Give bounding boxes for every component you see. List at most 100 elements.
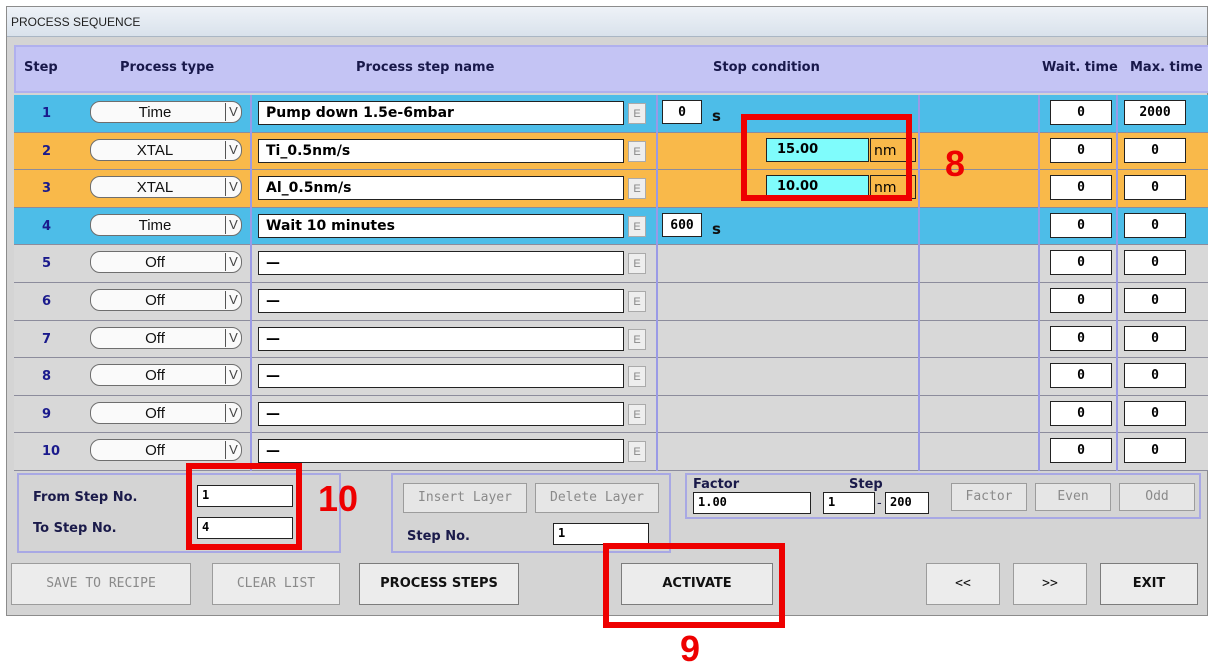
chevron-down-icon[interactable]: V [225,103,241,121]
edit-step-button[interactable]: E [628,140,646,162]
annotation-box-10 [186,463,302,550]
table-row: 1 Time V Pump down 1.5e-6mbar E 0 s 0 2000 [14,95,1208,133]
process-type-dropdown[interactable]: XTAL V [90,176,242,199]
process-type-value: Off [145,367,165,385]
clear-list-button[interactable]: CLEAR LIST [212,563,340,605]
wait-time-input[interactable]: 0 [1050,288,1112,313]
table-row: 9 Off V — E 0 0 [14,395,1208,434]
step-number: 4 [42,218,52,234]
stop-time-unit: s [712,219,721,238]
process-steps-button[interactable]: PROCESS STEPS [359,563,519,605]
process-step-name-input[interactable]: Ti_0.5nm/s [258,138,624,163]
chevron-down-icon[interactable]: V [225,366,241,385]
process-type-dropdown[interactable]: Off V [90,364,242,387]
wait-time-input[interactable]: 0 [1050,100,1112,125]
process-step-name-input[interactable]: — [258,364,624,389]
previous-button[interactable]: << [926,563,1000,605]
process-type-value: Time [138,216,172,234]
process-type-value: Off [145,254,165,272]
edit-step-button[interactable]: E [628,103,646,124]
edit-step-button[interactable]: E [628,291,646,312]
wait-time-input[interactable]: 0 [1050,212,1112,238]
edit-step-button[interactable]: E [628,215,646,237]
process-type-dropdown[interactable]: Time V [90,213,242,236]
insert-layer-button[interactable]: Insert Layer [403,483,527,513]
step-no-input[interactable]: 1 [553,523,649,545]
wait-time-input[interactable]: 0 [1050,175,1112,201]
wait-time-input[interactable]: 0 [1050,250,1112,276]
max-time-input[interactable]: 2000 [1124,100,1186,125]
column-divider [918,95,920,471]
save-to-recipe-button[interactable]: SAVE TO RECIPE [11,563,191,605]
process-step-name-input[interactable]: — [258,401,624,426]
max-time-input[interactable]: 0 [1124,325,1186,351]
chevron-down-icon[interactable]: V [225,178,241,197]
header-stop-condition: Stop condition [713,60,820,75]
chevron-down-icon[interactable]: V [225,403,241,422]
stop-time-input[interactable]: 600 [662,212,702,237]
edit-step-button[interactable]: E [628,403,646,425]
edit-step-button[interactable]: E [628,366,646,388]
process-type-dropdown[interactable]: Off V [90,401,242,424]
wait-time-input[interactable]: 0 [1050,137,1112,163]
edit-step-button[interactable]: E [628,328,646,350]
step-number: 10 [42,444,61,460]
wait-time-input[interactable]: 0 [1050,438,1112,464]
stop-time-input[interactable]: 0 [662,100,702,124]
wait-time-input[interactable]: 0 [1050,400,1112,426]
wait-time-input[interactable]: 0 [1050,325,1112,351]
factor-panel: Factor Step 1.00 1 - 200 Factor Even Odd [685,473,1201,519]
next-button[interactable]: >> [1013,563,1087,605]
process-step-name-input[interactable]: — [258,326,624,351]
step-to-input[interactable]: 200 [885,492,929,514]
factor-input[interactable]: 1.00 [693,492,811,514]
layer-panel: Insert Layer Delete Layer Step No. 1 [391,473,671,553]
process-step-name-input[interactable]: Al_0.5nm/s [258,176,624,201]
chevron-down-icon[interactable]: V [225,328,241,347]
process-step-name-input[interactable]: — [258,251,624,276]
max-time-input[interactable]: 0 [1124,438,1186,464]
delete-layer-button[interactable]: Delete Layer [535,483,659,513]
to-step-label: To Step No. [33,521,117,536]
process-step-name-input[interactable]: — [258,289,624,313]
process-steps-table: 1 Time V Pump down 1.5e-6mbar E 0 s 0 2000 2 XTAL V… [14,95,1208,471]
step-number: 9 [42,406,52,422]
from-step-label: From Step No. [33,490,138,505]
odd-button[interactable]: Odd [1119,483,1195,511]
column-divider [1116,95,1118,471]
chevron-down-icon[interactable]: V [225,291,241,309]
process-type-dropdown[interactable]: Off V [90,289,242,311]
max-time-input[interactable]: 0 [1124,175,1186,201]
even-button[interactable]: Even [1035,483,1111,511]
chevron-down-icon[interactable]: V [225,140,241,159]
step-number: 7 [42,331,52,347]
process-step-name-input[interactable]: Pump down 1.5e-6mbar [258,101,624,125]
table-row: 3 XTAL V Al_0.5nm/s E 10.00 nm 0 0 [14,170,1208,208]
process-step-name-input[interactable]: Wait 10 minutes [258,213,624,238]
max-time-input[interactable]: 0 [1124,400,1186,426]
max-time-input[interactable]: 0 [1124,212,1186,238]
chevron-down-icon[interactable]: V [225,215,241,234]
process-type-dropdown[interactable]: Off V [90,326,242,349]
annotation-label-9: 9 [680,628,701,669]
process-type-dropdown[interactable]: Off V [90,439,242,462]
max-time-input[interactable]: 0 [1124,250,1186,276]
step-from-input[interactable]: 1 [823,492,875,514]
max-time-input[interactable]: 0 [1124,137,1186,163]
edit-step-button[interactable]: E [628,441,646,463]
edit-step-button[interactable]: E [628,253,646,275]
factor-button[interactable]: Factor [951,483,1027,511]
wait-time-input[interactable]: 0 [1050,363,1112,389]
process-type-dropdown[interactable]: Off V [90,251,242,274]
process-step-name-input[interactable]: — [258,439,624,464]
max-time-input[interactable]: 0 [1124,288,1186,313]
table-row: 6 Off V — E 0 0 [14,283,1208,321]
chevron-down-icon[interactable]: V [225,441,241,460]
max-time-input[interactable]: 0 [1124,363,1186,389]
table-row: 7 Off V — E 0 0 [14,320,1208,359]
edit-step-button[interactable]: E [628,178,646,200]
exit-button[interactable]: EXIT [1100,563,1198,605]
process-type-dropdown[interactable]: XTAL V [90,138,242,161]
process-type-dropdown[interactable]: Time V [90,101,242,123]
chevron-down-icon[interactable]: V [225,253,241,272]
